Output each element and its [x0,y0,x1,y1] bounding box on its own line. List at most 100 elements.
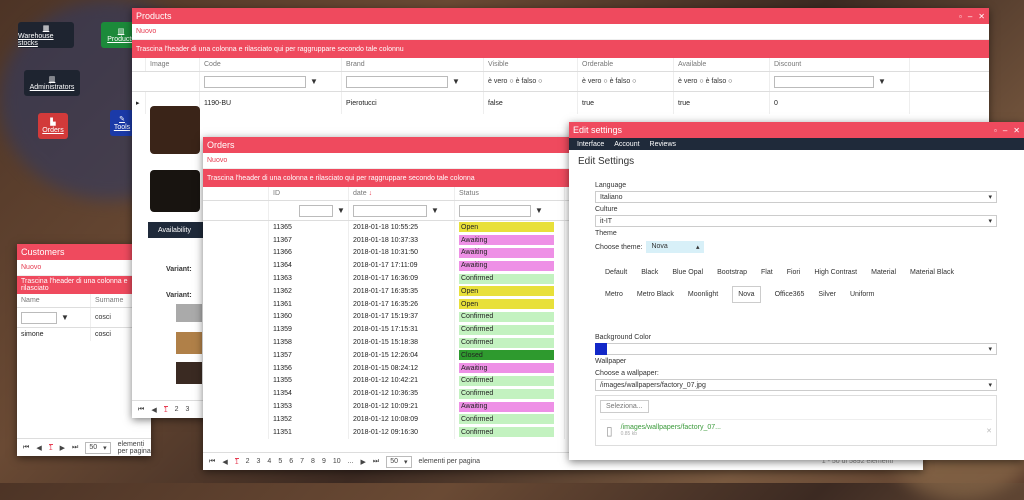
theme-option[interactable]: Metro [605,291,623,298]
page-number[interactable]: 5 [278,458,282,466]
tab-account[interactable]: Account [614,141,639,148]
first-page-icon[interactable]: ⏮ [209,458,215,466]
new-button[interactable]: Nuovo [17,260,151,276]
code-filter-input[interactable] [204,75,306,88]
last-page-icon[interactable]: ⏭ [72,444,78,452]
theme-option[interactable]: Moonlight [688,291,718,298]
first-page-icon[interactable]: ⏮ [23,444,29,452]
orderable-filter[interactable]: è vero ○ è falso ○ [578,72,674,91]
theme-option[interactable]: Material [871,269,896,276]
first-page-icon[interactable]: ⏮ [138,406,144,414]
filter-icon[interactable]: ▼ [450,77,462,86]
last-page-icon[interactable]: ⏭ [373,458,379,466]
tab-reviews[interactable]: Reviews [650,141,676,148]
filter-icon[interactable]: ▼ [429,206,441,215]
tab-interface[interactable]: Interface [577,141,604,148]
brand-filter-input[interactable] [346,75,448,88]
theme-option[interactable]: Flat [761,269,773,276]
page-number[interactable]: 2 [175,406,179,413]
discount-filter-input[interactable] [774,75,874,88]
theme-option[interactable]: Material Black [910,269,954,276]
page-number[interactable]: 8 [311,458,315,466]
column-header-image[interactable]: Image [146,58,200,71]
desktop-icon-tools[interactable]: ✎ Tools [110,110,134,136]
theme-option[interactable]: Silver [818,291,836,298]
name-filter-input[interactable] [21,311,57,324]
page-number[interactable]: 9 [322,458,326,466]
page-size-select[interactable]: 50 ▾ [85,441,111,454]
theme-option[interactable]: Default [605,269,627,276]
theme-option[interactable]: Metro Black [637,291,674,298]
prev-page-icon[interactable]: ◀ [36,444,41,452]
remove-file-icon[interactable]: ✕ [986,427,992,435]
theme-option[interactable]: Black [641,269,658,276]
table-row[interactable]: simone cosci [17,328,151,341]
page-number[interactable]: 1 [48,443,53,452]
column-header-name[interactable]: Name [17,294,91,307]
next-page-icon[interactable]: ▶ [361,458,366,466]
column-header-date[interactable]: date ↓ [349,187,455,200]
column-header-available[interactable]: Available [674,58,770,71]
minimize-icon[interactable]: – [1003,126,1007,135]
page-number[interactable]: 3 [257,458,261,466]
new-button[interactable]: Nuovo [132,24,989,40]
settings-titlebar[interactable]: Edit settings ▫ – ✕ [569,122,1024,138]
expand-icon[interactable]: ▸ [132,92,146,114]
culture-select[interactable]: it-IT ▾ [595,215,997,227]
column-header-orderable[interactable]: Orderable [578,58,674,71]
page-number[interactable]: 1 [234,457,239,466]
wallpaper-select[interactable]: /images/wallpapers/factory_07.jpg ▾ [595,379,997,391]
page-number[interactable]: 2 [246,458,250,466]
theme-select[interactable]: Nova ▴ [646,241,705,253]
page-number[interactable]: 10 [333,458,341,466]
language-select[interactable]: Italiano ▾ [595,191,997,203]
prev-page-icon[interactable]: ◀ [151,406,156,414]
theme-option[interactable]: Bootstrap [717,269,747,276]
page-number[interactable]: 3 [186,406,190,413]
visible-filter[interactable]: è vero ○ è falso ○ [484,72,578,91]
filter-icon[interactable]: ▼ [876,77,888,86]
next-page-icon[interactable]: ▶ [60,444,65,452]
restore-icon[interactable]: ▫ [994,126,997,135]
close-icon[interactable]: ✕ [978,12,985,21]
minimize-icon[interactable]: – [968,12,972,21]
prev-page-icon[interactable]: ◀ [222,458,227,466]
background-color-picker[interactable]: ▾ [595,343,997,355]
desktop-icon-orders[interactable]: ▙ Orders [38,113,68,139]
table-row[interactable]: ▸ 1190-BU Pierotucci false true true 0 [132,92,989,114]
select-file-button[interactable]: Seleziona... [600,400,649,413]
products-titlebar[interactable]: Products ▫ – ✕ [132,8,989,24]
filter-icon[interactable]: ▼ [335,206,347,215]
page-number[interactable]: 6 [289,458,293,466]
column-header-brand[interactable]: Brand [342,58,484,71]
page-number[interactable]: 7 [300,458,304,466]
theme-option[interactable]: Nova [732,285,761,303]
availability-tab[interactable]: Availability [148,222,208,238]
customers-titlebar[interactable]: Customers [17,244,151,260]
close-icon[interactable]: ✕ [1013,126,1020,135]
id-filter-input[interactable] [299,204,333,217]
desktop-icon-warehouse-stocks[interactable]: ▦ Warehouse stocks [18,22,74,48]
theme-option[interactable]: Blue Opal [672,269,703,276]
filter-icon[interactable]: ▼ [59,313,71,322]
theme-option[interactable]: Uniform [850,291,875,298]
page-number[interactable]: 1 [163,405,168,414]
theme-option[interactable]: Office365 [775,291,805,298]
filter-icon[interactable]: ▼ [308,77,320,86]
restore-icon[interactable]: ▫ [959,12,962,21]
desktop-icon-administrators[interactable]: ▥ Administrators [24,70,80,96]
status-filter-input[interactable] [459,204,531,217]
column-header-id[interactable]: ID [269,187,349,200]
column-header-status[interactable]: Status [455,187,565,200]
theme-option[interactable]: Fiori [787,269,801,276]
column-header-discount[interactable]: Discount [770,58,910,71]
column-header-code[interactable]: Code [200,58,342,71]
page-number[interactable]: ... [348,458,354,466]
column-header-visible[interactable]: Visible [484,58,578,71]
available-filter[interactable]: è vero ○ è falso ○ [674,72,770,91]
date-filter-input[interactable] [353,204,427,217]
page-size-select[interactable]: 50 ▾ [386,455,412,468]
theme-option[interactable]: High Contrast [814,269,857,276]
page-number[interactable]: 4 [267,458,271,466]
filter-icon[interactable]: ▼ [533,206,545,215]
